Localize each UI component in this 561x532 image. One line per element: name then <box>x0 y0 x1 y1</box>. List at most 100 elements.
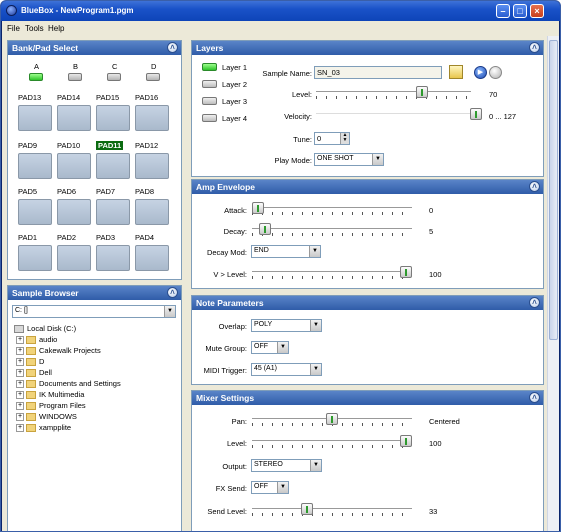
tune-stepper[interactable]: 0 ▲ ▼ <box>314 132 350 145</box>
slider-thumb[interactable] <box>300 503 313 515</box>
pad-button[interactable] <box>18 153 52 179</box>
tree-item-label: Program Files <box>39 401 86 410</box>
app-window: BlueBox - NewProgram1.pgm – □ × File Too… <box>0 0 561 532</box>
bank-a-button[interactable] <box>29 73 43 81</box>
tree-item[interactable]: + D <box>16 357 44 368</box>
expand-icon[interactable]: + <box>16 402 24 411</box>
slider-thumb[interactable] <box>252 202 264 214</box>
stepper-arrows-icon[interactable]: ▲ ▼ <box>340 133 349 144</box>
collapse-icon[interactable]: ˄ <box>529 392 540 403</box>
pad-button[interactable] <box>18 199 52 225</box>
minimize-button[interactable]: – <box>496 4 510 18</box>
expand-icon[interactable]: + <box>16 391 24 400</box>
expand-icon[interactable]: + <box>16 424 24 433</box>
expand-icon[interactable]: + <box>16 413 24 422</box>
bank-pad-title: Bank/Pad Select <box>12 43 79 53</box>
collapse-icon[interactable]: ˄ <box>529 297 540 308</box>
expand-icon[interactable]: + <box>16 336 24 345</box>
tree-item[interactable]: Local Disk (C:) <box>14 324 76 335</box>
collapse-icon[interactable]: ˄ <box>529 42 540 53</box>
overlap-value: POLY <box>254 321 273 328</box>
tree-item[interactable]: + Dell <box>16 368 52 379</box>
output-select[interactable]: STEREO ▼ <box>251 459 322 472</box>
velocity-value: 0 ... 127 <box>489 112 517 121</box>
pad-button[interactable] <box>135 245 169 271</box>
slider-thumb[interactable] <box>400 435 412 447</box>
collapse-icon[interactable]: ˄ <box>167 287 178 298</box>
bank-d-button[interactable] <box>146 73 160 81</box>
v-level-slider[interactable] <box>252 266 412 279</box>
menu-file[interactable]: File <box>7 24 20 33</box>
layer-level-slider[interactable] <box>316 86 471 99</box>
slider-thumb[interactable] <box>400 266 412 278</box>
drive-select[interactable]: C: [] ▼ <box>12 305 176 318</box>
slider-thumb[interactable] <box>470 108 482 120</box>
pad-button[interactable] <box>57 153 91 179</box>
decay-mod-select[interactable]: END ▼ <box>251 245 321 258</box>
pad-button[interactable] <box>18 245 52 271</box>
scrollbar-thumb[interactable] <box>549 40 558 340</box>
slider-thumb[interactable] <box>259 223 272 235</box>
expand-icon[interactable]: + <box>16 369 24 378</box>
collapse-icon[interactable]: ˄ <box>529 181 540 192</box>
pad-label: PAD12 <box>135 141 159 150</box>
pad-button[interactable] <box>135 153 169 179</box>
pad-button[interactable] <box>96 105 130 131</box>
main-scrollbar[interactable] <box>547 36 559 531</box>
stop-icon[interactable] <box>489 66 502 79</box>
bank-b-button[interactable] <box>68 73 82 81</box>
layer-3-button[interactable] <box>202 97 217 105</box>
slider-thumb[interactable] <box>326 413 338 425</box>
tree-item[interactable]: + audio <box>16 335 57 346</box>
pad-button[interactable] <box>135 105 169 131</box>
tree-item-label: WINDOWS <box>39 412 77 421</box>
expand-icon[interactable]: + <box>16 347 24 356</box>
level-value: 70 <box>489 90 498 99</box>
slider-thumb[interactable] <box>416 86 429 98</box>
pad-button[interactable] <box>18 105 52 131</box>
tree-item[interactable]: + IK Multimedia <box>16 390 84 401</box>
layer-1-button[interactable] <box>202 63 217 71</box>
overlap-select[interactable]: POLY ▼ <box>251 319 322 332</box>
tree-item[interactable]: + WINDOWS <box>16 412 77 423</box>
mute-group-select[interactable]: OFF ▼ <box>251 341 289 354</box>
fx-send-select[interactable]: OFF ▼ <box>251 481 289 494</box>
decay-slider[interactable] <box>252 223 412 236</box>
tree-item[interactable]: + xampplite <box>16 423 71 434</box>
menu-tools[interactable]: Tools <box>25 24 44 33</box>
maximize-button[interactable]: □ <box>513 4 527 18</box>
menu-help[interactable]: Help <box>48 24 64 33</box>
tree-item-label: xampplite <box>39 423 72 432</box>
window-title: BlueBox - NewProgram1.pgm <box>21 6 134 15</box>
pad-button[interactable] <box>96 153 130 179</box>
velocity-slider[interactable] <box>316 108 482 121</box>
midi-trigger-select[interactable]: 45 (A1) ▼ <box>251 363 322 376</box>
tree-item[interactable]: + Program Files <box>16 401 86 412</box>
play-icon[interactable]: ▶ <box>474 66 487 79</box>
pad-button[interactable] <box>57 105 91 131</box>
pad-button[interactable] <box>57 199 91 225</box>
tree-item[interactable]: + Documents and Settings <box>16 379 121 390</box>
tree-item[interactable]: + Cakewalk Projects <box>16 346 101 357</box>
play-mode-select[interactable]: ONE SHOT ▼ <box>314 153 384 166</box>
pad-button[interactable] <box>135 199 169 225</box>
mute-group-label: Mute Group: <box>205 344 247 353</box>
bank-c-button[interactable] <box>107 73 121 81</box>
close-button[interactable]: × <box>530 4 544 18</box>
output-value: STEREO <box>254 461 283 468</box>
sample-name-field[interactable]: SN_03 <box>314 66 442 79</box>
open-folder-icon[interactable] <box>449 65 463 79</box>
attack-slider[interactable] <box>252 202 412 215</box>
mixer-settings-header: Mixer Settings ˄ <box>192 391 543 405</box>
layer-2-button[interactable] <box>202 80 217 88</box>
expand-icon[interactable]: + <box>16 358 24 367</box>
send-level-slider[interactable] <box>252 503 412 516</box>
mixer-level-slider[interactable] <box>252 435 412 448</box>
layer-4-button[interactable] <box>202 114 217 122</box>
collapse-icon[interactable]: ˄ <box>167 42 178 53</box>
pan-slider[interactable] <box>252 413 412 426</box>
pad-button[interactable] <box>57 245 91 271</box>
pad-button[interactable] <box>96 199 130 225</box>
expand-icon[interactable]: + <box>16 380 24 389</box>
pad-button[interactable] <box>96 245 130 271</box>
